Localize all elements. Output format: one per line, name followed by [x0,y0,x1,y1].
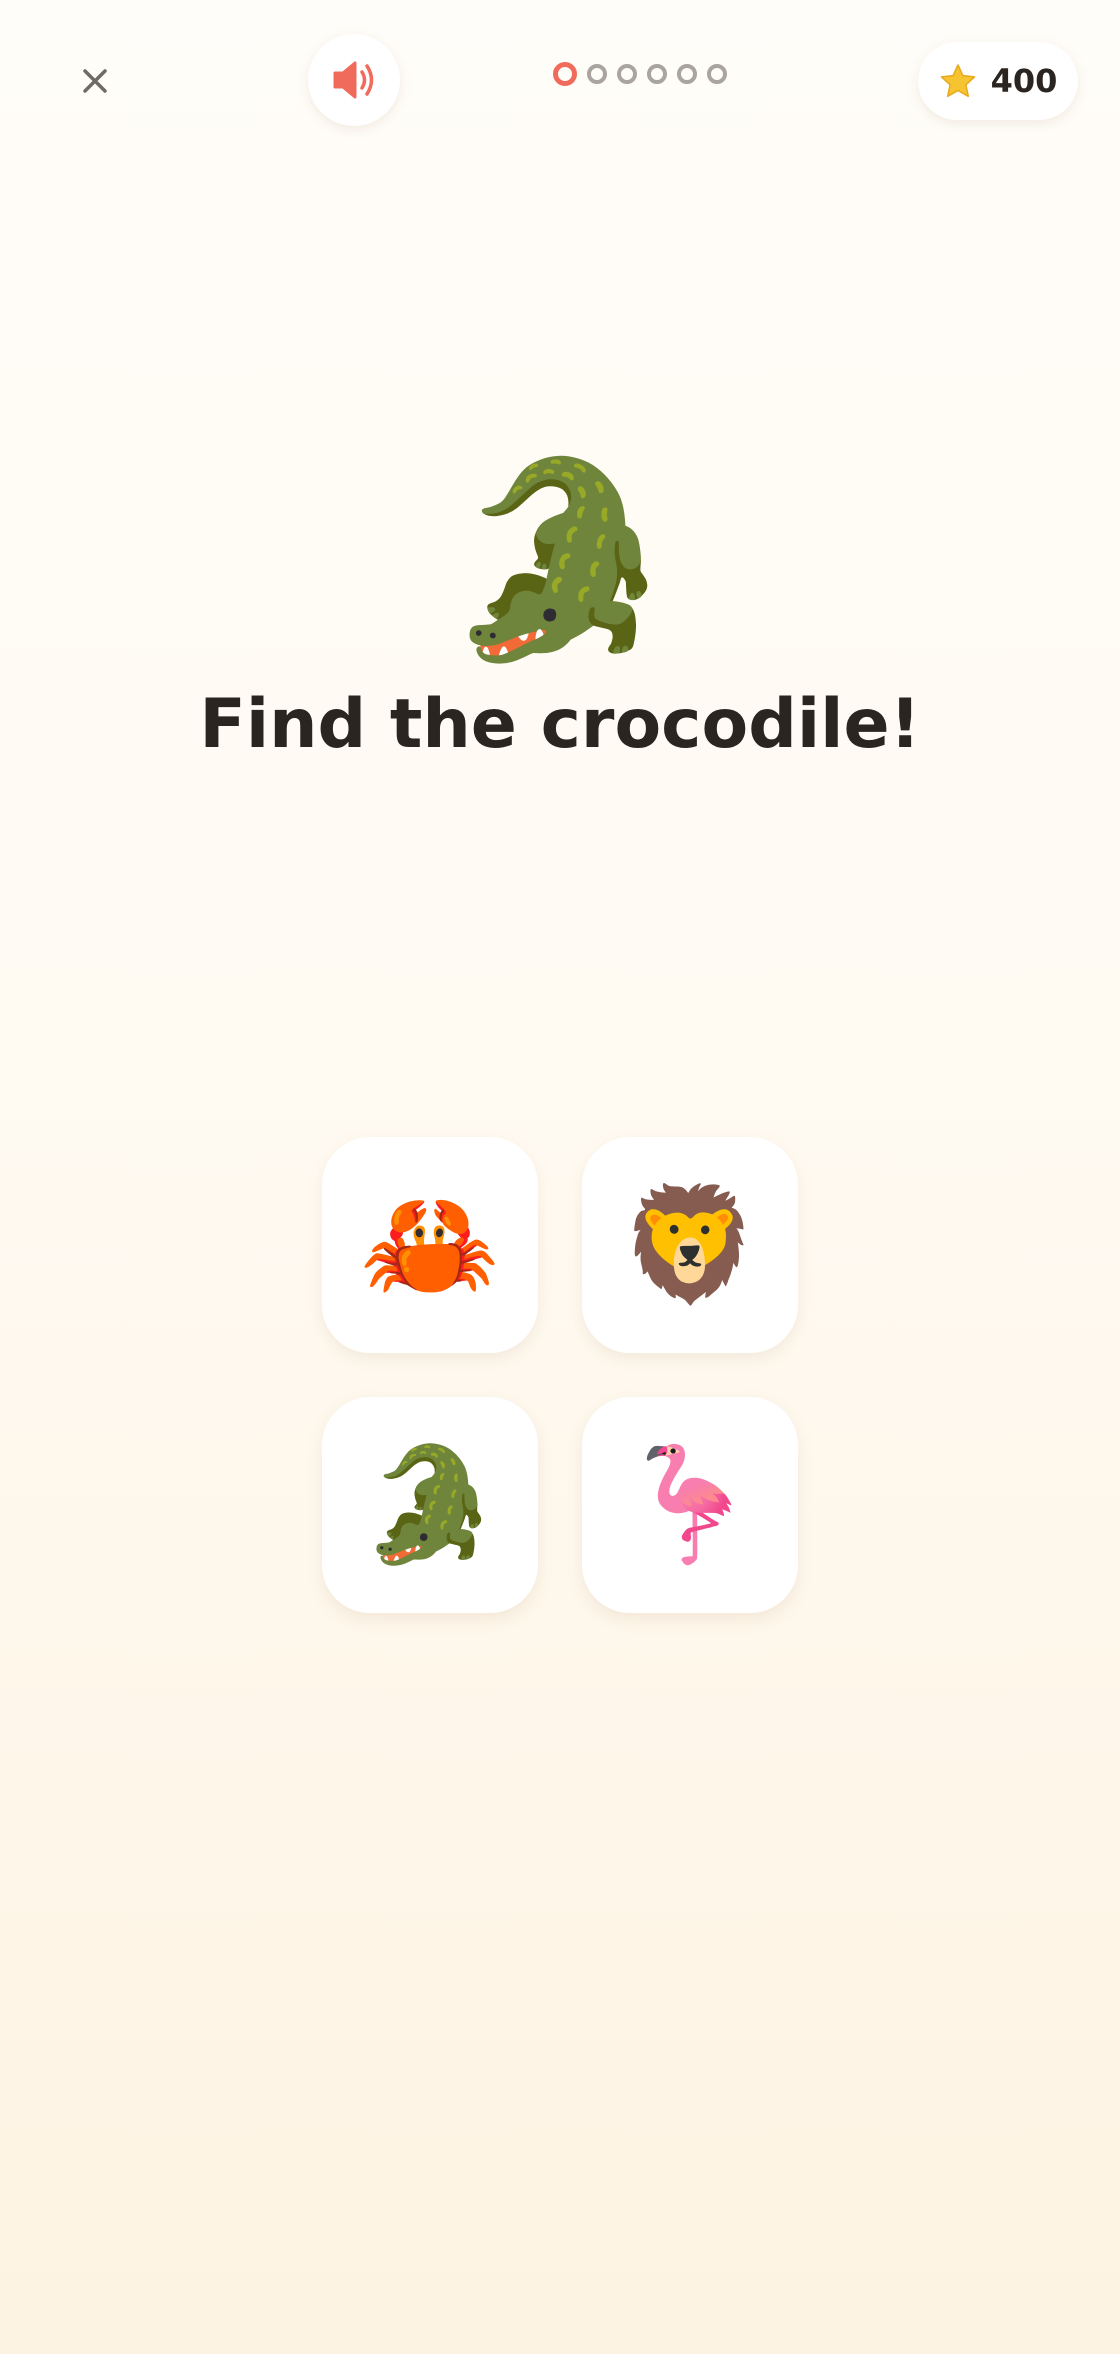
sound-button[interactable] [308,34,400,126]
close-button[interactable] [70,56,120,106]
answer-option-lion[interactable]: 🦁 [582,1137,798,1353]
lion-icon: 🦁 [620,1180,760,1310]
progress-dot [707,64,727,84]
progress-dot [647,64,667,84]
progress-dot [617,64,637,84]
score-badge: 400 [918,42,1078,120]
speaker-icon [333,61,374,99]
star-icon [940,64,975,98]
question-title: Find the crocodile! [199,685,921,764]
flamingo-icon: 🦩 [620,1440,760,1570]
progress-dot-current [553,62,577,86]
crocodile-icon: 🐊 [441,449,679,670]
answer-option-crab[interactable]: 🦀 [322,1137,538,1353]
progress-dot [587,64,607,84]
answer-option-flamingo[interactable]: 🦩 [582,1397,798,1613]
close-icon [83,69,107,93]
score-value: 400 [990,62,1058,100]
crab-icon: 🦀 [360,1180,500,1310]
answer-grid: 🦀 🦁 🐊 🦩 [322,1137,798,1613]
answer-option-crocodile[interactable]: 🐊 [322,1397,538,1613]
progress-dot [677,64,697,84]
progress-indicator [553,62,727,86]
crocodile-icon: 🐊 [360,1440,500,1570]
